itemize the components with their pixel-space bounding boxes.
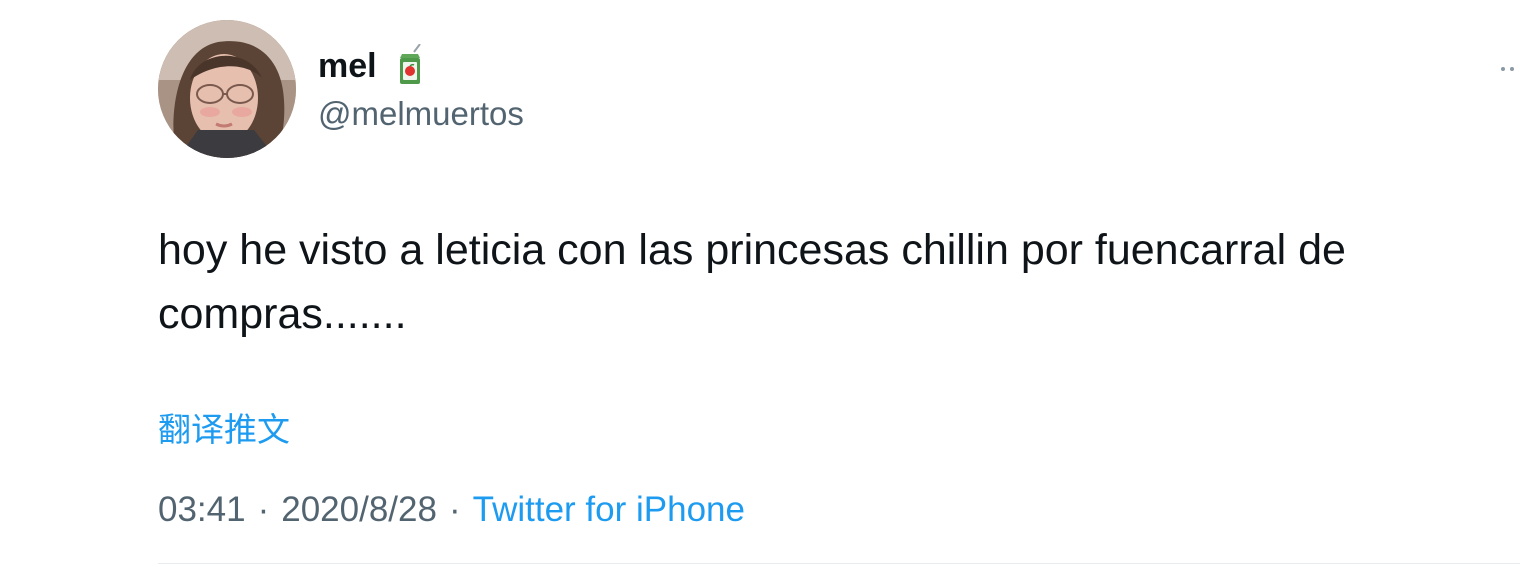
tweet-metadata: 03:41 · 2020/8/28 · Twitter for iPhone: [158, 486, 745, 534]
juice-box-icon: [396, 44, 424, 88]
author-handle[interactable]: @melmuertos: [318, 92, 524, 136]
tweet-time[interactable]: 03:41: [158, 490, 246, 529]
author-display-name[interactable]: mel: [318, 44, 377, 88]
meta-separator: ·: [448, 490, 461, 529]
tweet-text: hoy he visto a leticia con las princesas…: [158, 226, 1346, 338]
more-horizontal-icon: [1501, 67, 1514, 71]
tweet-source-link[interactable]: Twitter for iPhone: [473, 490, 745, 529]
more-options-button[interactable]: [1490, 54, 1520, 84]
avatar[interactable]: [158, 20, 296, 158]
divider: [158, 563, 1520, 564]
meta-separator: ·: [257, 490, 270, 529]
translate-tweet-link[interactable]: 翻译推文: [158, 408, 290, 452]
tweet-date[interactable]: 2020/8/28: [281, 490, 437, 529]
